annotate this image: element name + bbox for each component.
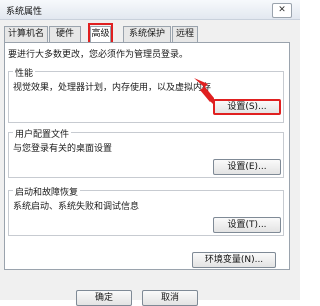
startup-recovery-group: 启动和故障恢复 系统启动、系统失败和调试信息 设置(T)...: [8, 185, 284, 236]
advanced-tab-highlight: [88, 23, 113, 44]
performance-title: 性能: [13, 66, 36, 79]
window-title: 系统属性: [6, 7, 43, 17]
startup-recovery-title: 启动和故障恢复: [13, 185, 81, 198]
tab-system-protection[interactable]: 系统保护: [123, 26, 171, 42]
cancel-button[interactable]: 取消: [142, 290, 198, 306]
user-profiles-title: 用户配置文件: [13, 127, 72, 140]
tab-remote[interactable]: 远程: [172, 26, 198, 42]
title-bar: 系统属性 ✕: [0, 0, 300, 20]
environment-variables-button[interactable]: 环境变量(N)...: [192, 252, 276, 268]
user-profiles-description: 与您登录有关的桌面设置: [13, 144, 113, 154]
red-arrow-icon: [194, 78, 214, 105]
user-profiles-group: 用户配置文件 与您登录有关的桌面设置 设置(E)...: [8, 127, 284, 178]
system-properties-window: 系统属性 ✕ 计算机名 硬件 高级 系统保护 远程 要进行大多数更改，您必须作为…: [0, 0, 300, 306]
admin-note: 要进行大多数更改，您必须作为管理员登录。: [8, 50, 189, 60]
performance-settings-button[interactable]: 设置(S)...: [213, 99, 281, 115]
startup-recovery-settings-button[interactable]: 设置(T)...: [213, 217, 281, 233]
performance-description: 视觉效果，处理器计划，内存使用，以及虚拟内存: [13, 83, 212, 93]
startup-recovery-description: 系统启动、系统失败和调试信息: [13, 202, 140, 212]
tab-computer-name[interactable]: 计算机名: [4, 26, 48, 42]
close-button[interactable]: ✕: [272, 3, 292, 18]
user-profiles-settings-button[interactable]: 设置(E)...: [213, 159, 281, 175]
tab-hardware[interactable]: 硬件: [49, 26, 81, 42]
ok-button[interactable]: 确定: [76, 290, 132, 306]
performance-group: 性能 视觉效果，处理器计划，内存使用，以及虚拟内存 设置(S)...: [8, 66, 284, 123]
